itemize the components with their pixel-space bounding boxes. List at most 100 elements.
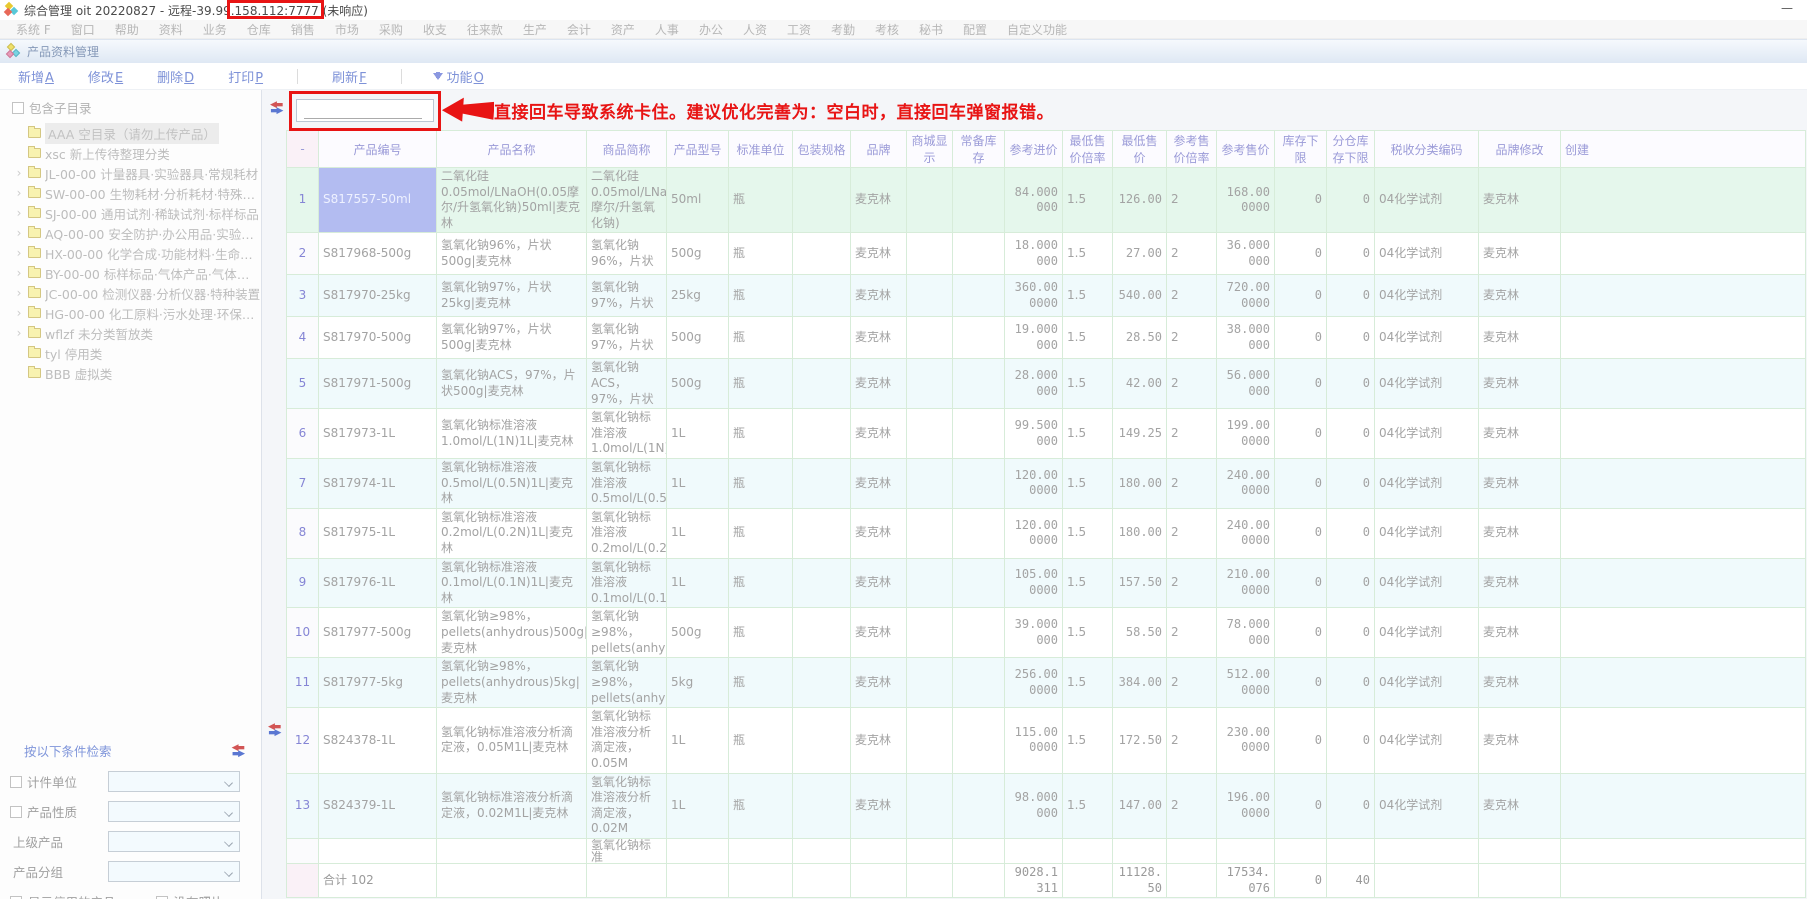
- cell[interactable]: 04化学试剂: [1375, 773, 1479, 838]
- cell[interactable]: 2: [1167, 275, 1217, 317]
- cell[interactable]: 麦克林: [1479, 708, 1561, 773]
- tree-item[interactable]: ›SW-00-00 生物耗材·分析耗材·特殊耗材: [14, 183, 261, 203]
- cell[interactable]: 180.00: [1113, 458, 1167, 508]
- cell[interactable]: 瓶: [729, 558, 793, 608]
- column-header[interactable]: 品牌: [851, 131, 907, 168]
- cell[interactable]: S817970-500g: [319, 317, 437, 359]
- cell[interactable]: 2: [1167, 409, 1217, 459]
- menu-item[interactable]: 生产: [513, 21, 557, 38]
- expand-icon[interactable]: ›: [14, 246, 24, 260]
- cell[interactable]: 25kg: [667, 275, 729, 317]
- column-header[interactable]: 产品型号: [667, 131, 729, 168]
- cell[interactable]: 240.000000: [1217, 458, 1275, 508]
- cell[interactable]: 二氧化硅0.05mol/LNaOH(0.05摩尔/升氢氧化钠): [587, 168, 667, 233]
- cell[interactable]: 0: [1275, 773, 1327, 838]
- cell[interactable]: 04化学试剂: [1375, 168, 1479, 233]
- cell[interactable]: 0: [1327, 508, 1375, 558]
- cell[interactable]: 149.25: [1113, 409, 1167, 459]
- cell[interactable]: 512.000000: [1217, 658, 1275, 708]
- cell[interactable]: 瓶: [729, 409, 793, 459]
- cell[interactable]: [907, 168, 953, 233]
- cell[interactable]: [953, 708, 1005, 773]
- cell[interactable]: S817977-500g: [319, 608, 437, 658]
- cell[interactable]: [1561, 458, 1806, 508]
- cell[interactable]: S817976-1L: [319, 558, 437, 608]
- cell[interactable]: 氢氧化钠96%，片状500g|麦克林: [437, 233, 587, 275]
- column-header[interactable]: 商品简称: [587, 131, 667, 168]
- tree-item[interactable]: ›SJ-00-00 通用试剂·稀缺试剂·标样标品: [14, 203, 261, 223]
- swap-icon-filter[interactable]: [232, 745, 243, 757]
- cell[interactable]: 1.5: [1063, 458, 1113, 508]
- cell[interactable]: 210.000000: [1217, 558, 1275, 608]
- cell[interactable]: 麦克林: [851, 458, 907, 508]
- cell[interactable]: 0: [1327, 558, 1375, 608]
- cell[interactable]: 氢氧化钠97%，片状500g|麦克林: [437, 317, 587, 359]
- column-header[interactable]: 参考售价: [1217, 131, 1275, 168]
- cell[interactable]: [793, 773, 851, 838]
- cell[interactable]: [953, 275, 1005, 317]
- menu-item[interactable]: 系统 F: [6, 21, 61, 38]
- cell[interactable]: 5kg: [667, 658, 729, 708]
- tree-item[interactable]: BBB 虚拟类: [14, 363, 261, 383]
- table-row[interactable]: 7S817974-1L氢氧化钠标准溶液0.5mol/L(0.5N)1L|麦克林氢…: [287, 458, 1806, 508]
- cell[interactable]: 105.000000: [1005, 558, 1063, 608]
- table-row[interactable]: 12S824378-1L氢氧化钠标准溶液分析滴定液，0.05M1L|麦克林氢氧化…: [287, 708, 1806, 773]
- cell[interactable]: 540.00: [1113, 275, 1167, 317]
- toolbar-button-d[interactable]: 删除D: [157, 67, 194, 86]
- product-table[interactable]: -产品编号产品名称商品简称产品型号标准单位包装规格品牌商城显示常备库存参考进价最…: [286, 130, 1806, 898]
- cell[interactable]: [1561, 409, 1806, 459]
- cell[interactable]: 19.000000: [1005, 317, 1063, 359]
- cell[interactable]: [953, 233, 1005, 275]
- column-header[interactable]: 最低售价: [1113, 131, 1167, 168]
- cell[interactable]: 2: [1167, 558, 1217, 608]
- cell[interactable]: 04化学试剂: [1375, 508, 1479, 558]
- cell[interactable]: 麦克林: [1479, 458, 1561, 508]
- cell[interactable]: 0: [1327, 458, 1375, 508]
- cell[interactable]: 720.000000: [1217, 275, 1275, 317]
- expand-icon[interactable]: ›: [14, 166, 24, 180]
- cell[interactable]: 98.000000: [1005, 773, 1063, 838]
- toolbar-button-func[interactable]: 功能O: [447, 67, 484, 86]
- cell[interactable]: 瓶: [729, 168, 793, 233]
- cell[interactable]: [793, 558, 851, 608]
- column-header[interactable]: 税收分类编码: [1375, 131, 1479, 168]
- cell[interactable]: 0: [1327, 168, 1375, 233]
- cell[interactable]: 1.5: [1063, 168, 1113, 233]
- cell[interactable]: 氢氧化钠97%，片状25kg|麦克林: [437, 275, 587, 317]
- cell[interactable]: [1561, 508, 1806, 558]
- menu-item[interactable]: 配置: [953, 21, 997, 38]
- column-header[interactable]: 最低售价倍率: [1063, 131, 1113, 168]
- menu-item[interactable]: 考勤: [821, 21, 865, 38]
- cell[interactable]: 99.500000: [1005, 409, 1063, 459]
- cell[interactable]: [1561, 658, 1806, 708]
- cell[interactable]: 麦克林: [1479, 558, 1561, 608]
- cell[interactable]: 0: [1275, 508, 1327, 558]
- cell[interactable]: [953, 458, 1005, 508]
- table-row[interactable]: 11S817977-5kg氢氧化钠≥98%，pellets(anhydrous)…: [287, 658, 1806, 708]
- expand-icon[interactable]: ›: [14, 186, 24, 200]
- expand-icon[interactable]: ›: [14, 326, 24, 340]
- cell[interactable]: 38.000000: [1217, 317, 1275, 359]
- cell[interactable]: [1561, 359, 1806, 409]
- cell[interactable]: [907, 708, 953, 773]
- cell[interactable]: 麦克林: [851, 658, 907, 708]
- table-row[interactable]: 5S817971-500g氢氧化钠ACS，97%，片状500g|麦克林氢氧化钠A…: [287, 359, 1806, 409]
- checkbox-icon[interactable]: [156, 896, 168, 899]
- menu-item[interactable]: 仓库: [237, 21, 281, 38]
- toolbar-button-e[interactable]: 修改E: [88, 67, 123, 86]
- cell[interactable]: 78.000000: [1217, 608, 1275, 658]
- cell[interactable]: [907, 508, 953, 558]
- cell[interactable]: [793, 458, 851, 508]
- cell[interactable]: 2: [1167, 317, 1217, 359]
- cell[interactable]: 1.5: [1063, 317, 1113, 359]
- cell[interactable]: 麦克林: [851, 508, 907, 558]
- cell[interactable]: 126.00: [1113, 168, 1167, 233]
- cell[interactable]: 18.000000: [1005, 233, 1063, 275]
- cell[interactable]: 04化学试剂: [1375, 233, 1479, 275]
- row-number-cell[interactable]: 2: [287, 233, 319, 275]
- cell[interactable]: 500g: [667, 608, 729, 658]
- checkbox-icon[interactable]: [12, 102, 24, 114]
- cell[interactable]: 2: [1167, 359, 1217, 409]
- cell[interactable]: [907, 773, 953, 838]
- cell[interactable]: 1L: [667, 458, 729, 508]
